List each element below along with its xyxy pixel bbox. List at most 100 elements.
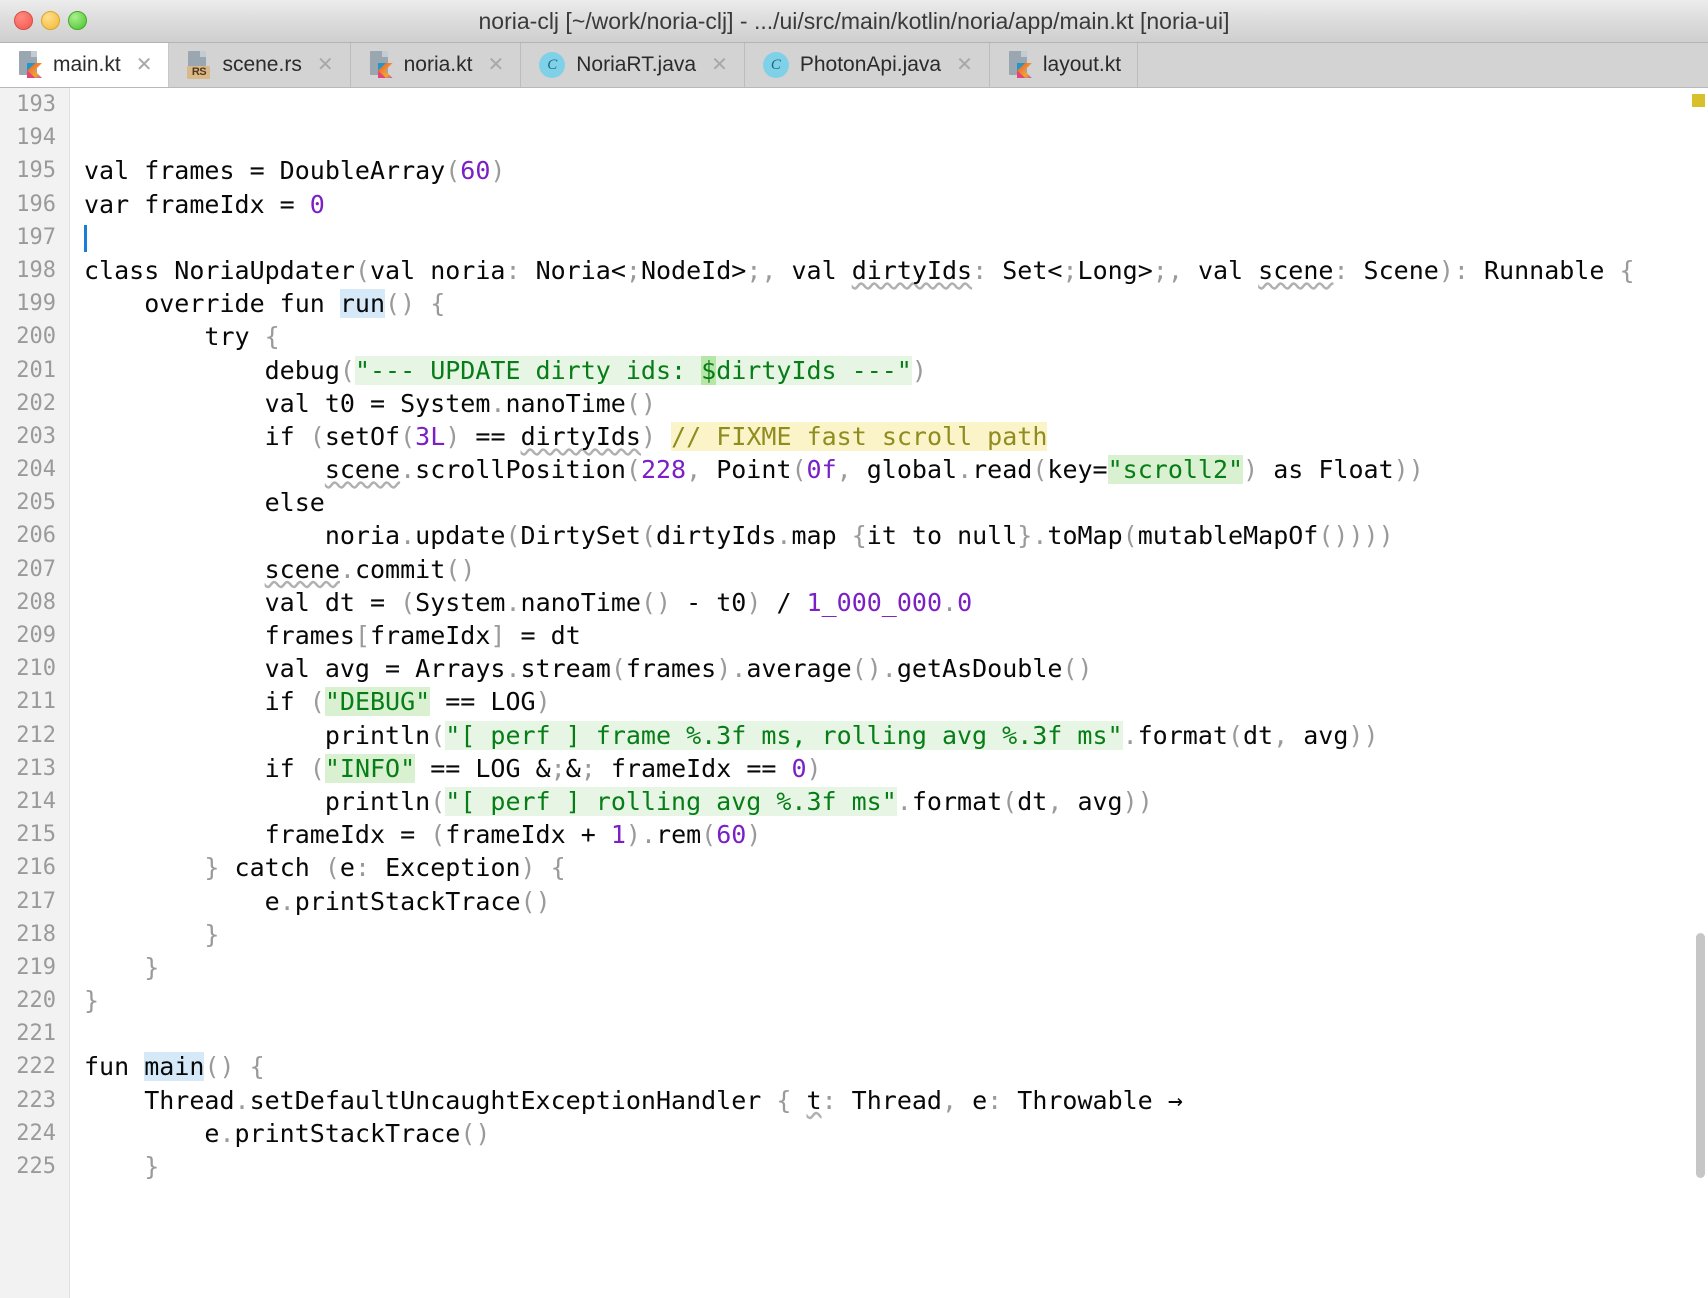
tab-scene-rs[interactable]: RS scene.rs ✕ bbox=[169, 43, 351, 87]
code-line: frames[frameIdx] = dt bbox=[84, 621, 581, 650]
tab-label: layout.kt bbox=[1042, 53, 1122, 76]
line-number: 201 bbox=[16, 357, 56, 383]
line-number: 225 bbox=[16, 1154, 56, 1179]
close-icon[interactable]: ✕ bbox=[317, 55, 334, 75]
tab-main-kt[interactable]: main.kt ✕ bbox=[0, 43, 170, 87]
code-line: val t0 = System.nanoTime() bbox=[84, 388, 656, 418]
tab-noria-kt[interactable]: noria.kt ✕ bbox=[350, 43, 522, 87]
code-line: } bbox=[204, 919, 220, 949]
ide-window: noria-clj [~/work/noria-clj] - .../ui/sr… bbox=[0, 0, 1708, 1298]
close-icon[interactable]: ✕ bbox=[487, 55, 504, 75]
code-line: override fun run() { bbox=[84, 289, 446, 319]
code-line: } bbox=[84, 986, 100, 1016]
line-number: 216 bbox=[16, 855, 56, 881]
line-number: 219 bbox=[16, 954, 56, 980]
line-number: 221 bbox=[16, 1021, 56, 1047]
java-class-icon: C bbox=[762, 52, 789, 78]
vertical-scrollbar-thumb[interactable] bbox=[1696, 933, 1705, 1178]
code-line: val frames = DoubleArray(60) bbox=[84, 156, 506, 186]
line-number: 197 bbox=[16, 224, 56, 250]
line-number: 222 bbox=[16, 1054, 56, 1080]
line-number: 196 bbox=[16, 191, 56, 217]
code-line: println("[ perf ] frame %.3f ms, rolling… bbox=[84, 720, 1379, 750]
close-icon[interactable]: ✕ bbox=[711, 55, 728, 75]
tab-bar-empty-space bbox=[1138, 43, 1708, 87]
line-number: 212 bbox=[16, 722, 56, 748]
line-number: 206 bbox=[16, 523, 56, 549]
line-number: 207 bbox=[16, 556, 56, 582]
tab-photonapi-java[interactable]: C PhotonApi.java ✕ bbox=[744, 43, 990, 87]
code-line: e.printStackTrace() bbox=[84, 886, 551, 916]
code-line: try { bbox=[84, 322, 280, 352]
line-number: 224 bbox=[16, 1120, 56, 1146]
line-number: 213 bbox=[16, 755, 56, 781]
line-number: 223 bbox=[16, 1087, 56, 1113]
line-number: 214 bbox=[16, 788, 56, 814]
code-line: } catch (e: Exception) { bbox=[204, 853, 566, 883]
kotlin-file-icon bbox=[369, 51, 393, 79]
close-icon[interactable]: ✕ bbox=[136, 55, 153, 75]
line-number: 208 bbox=[16, 589, 56, 615]
line-number: 193 bbox=[16, 92, 56, 117]
code-line: val dt = (System.nanoTime() - t0) / 1_00… bbox=[84, 587, 973, 617]
code-line: if ("DEBUG" == LOG) bbox=[84, 687, 551, 717]
line-number: 210 bbox=[16, 656, 56, 682]
line-number: 200 bbox=[16, 324, 56, 350]
code-line: if ("INFO" == LOG &;&; frameIdx == 0) bbox=[84, 753, 822, 783]
line-number: 203 bbox=[16, 423, 56, 449]
line-number: 218 bbox=[16, 921, 56, 947]
line-number: 217 bbox=[16, 888, 56, 914]
line-number: 204 bbox=[16, 457, 56, 483]
line-number: 194 bbox=[16, 125, 56, 151]
code-line: debug("--- UPDATE dirty ids: $dirtyIds -… bbox=[84, 355, 927, 385]
code-line: println("[ perf ] rolling avg %.3f ms".f… bbox=[84, 786, 1153, 816]
editor-marker-bar[interactable] bbox=[1690, 88, 1708, 1298]
code-line: noria.update(DirtySet(dirtyIds.map {it t… bbox=[84, 521, 1394, 551]
tab-noriart-java[interactable]: C NoriaRT.java ✕ bbox=[521, 43, 745, 87]
close-button[interactable] bbox=[14, 11, 33, 30]
minimize-button[interactable] bbox=[41, 11, 60, 30]
code-line: var frameIdx = 0 bbox=[84, 189, 325, 219]
line-number: 215 bbox=[16, 822, 56, 848]
tab-layout-kt[interactable]: layout.kt bbox=[989, 43, 1139, 87]
code-line: frameIdx = (frameIdx + 1).rem(60) bbox=[84, 820, 762, 850]
kotlin-file-icon bbox=[1008, 51, 1032, 79]
tab-label: noria.kt bbox=[403, 53, 473, 76]
java-class-icon: C bbox=[539, 52, 566, 78]
code-line: else bbox=[84, 488, 325, 518]
line-number: 202 bbox=[16, 390, 56, 416]
code-line: if (setOf(3L) == dirtyIds) // FIXME fast… bbox=[84, 421, 1048, 451]
tab-label: NoriaRT.java bbox=[576, 53, 697, 76]
window-title: noria-clj [~/work/noria-clj] - .../ui/sr… bbox=[478, 8, 1230, 34]
code-line: } bbox=[144, 1152, 160, 1181]
zoom-button[interactable] bbox=[68, 11, 87, 30]
code-line bbox=[70, 221, 1708, 254]
line-number: 199 bbox=[16, 291, 56, 317]
line-number-gutter[interactable]: 193 194 195 196 197 198 199 200 201 202 … bbox=[0, 88, 70, 1298]
title-bar: noria-clj [~/work/noria-clj] - .../ui/sr… bbox=[0, 0, 1708, 43]
tab-label: main.kt bbox=[53, 53, 121, 76]
code-line: class NoriaUpdater(val noria: Noria<;Nod… bbox=[84, 255, 1635, 285]
close-icon[interactable]: ✕ bbox=[956, 55, 973, 75]
line-number: 209 bbox=[16, 623, 56, 648]
tab-label: scene.rs bbox=[222, 53, 302, 76]
code-line: val avg = Arrays.stream(frames).average(… bbox=[84, 654, 1093, 684]
code-text-area[interactable]: val frames = DoubleArray(60) var frameIdx… bbox=[70, 88, 1708, 1298]
line-number: 198 bbox=[16, 257, 56, 283]
warning-marker-icon[interactable] bbox=[1692, 94, 1705, 107]
rust-file-icon: RS bbox=[187, 51, 211, 79]
code-line: } bbox=[144, 952, 160, 982]
code-line: Thread.setDefaultUncaughtExceptionHandle… bbox=[84, 1085, 1183, 1115]
code-line: scene.commit() bbox=[264, 554, 476, 584]
line-number: 195 bbox=[16, 158, 56, 184]
line-number: 220 bbox=[16, 988, 56, 1014]
editor-tab-bar: main.kt ✕ RS scene.rs ✕ noria.kt ✕ C Nor… bbox=[0, 43, 1708, 88]
code-editor[interactable]: 193 194 195 196 197 198 199 200 201 202 … bbox=[0, 88, 1708, 1298]
line-number: 211 bbox=[16, 689, 56, 715]
window-controls bbox=[14, 11, 87, 30]
text-caret bbox=[84, 224, 87, 252]
code-line: scene.scrollPosition(228, Point(0f, glob… bbox=[324, 455, 1424, 485]
